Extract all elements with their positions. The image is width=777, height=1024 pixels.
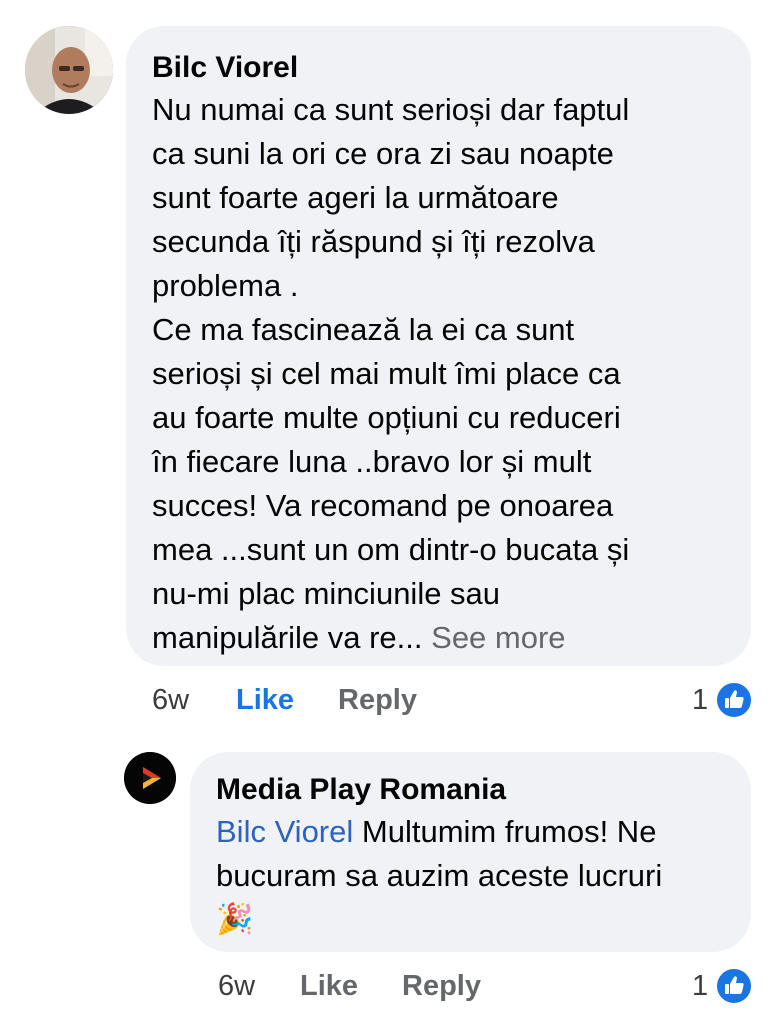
reply-author[interactable]: Media Play Romania: [216, 770, 725, 810]
comment-line: au foarte multe opțiuni cu reduceri: [152, 400, 621, 435]
comment-last-line: manipulările va re... See more: [152, 616, 725, 660]
comment-bubble: Bilc Viorel Nu numai ca sunt serioși dar…: [126, 26, 751, 666]
comment-text: Nu numai ca sunt serioși dar faptul ca s…: [152, 88, 725, 660]
reply-reply-button[interactable]: Reply: [402, 966, 481, 1006]
like-reaction-icon[interactable]: [715, 681, 753, 719]
comment-line: sunt foarte ageri la următoare: [152, 180, 559, 215]
reply-bubble: Media Play Romania Bilc Viorel Multumim …: [190, 752, 751, 952]
reply-actions: 6w Like Reply 1: [0, 966, 777, 1006]
like-button[interactable]: Like: [236, 680, 294, 720]
comment-author[interactable]: Bilc Viorel: [152, 48, 725, 88]
comment-line: serioși și cel mai mult îmi place ca: [152, 356, 621, 391]
thumbs-up-icon: [725, 976, 744, 994]
mention-link[interactable]: Bilc Viorel: [216, 814, 353, 849]
comment-line: în fiecare luna ..bravo lor și mult: [152, 444, 592, 479]
reply-line: bucuram sa auzim aceste lucruri: [216, 858, 663, 893]
reply-like-reaction-icon[interactable]: [715, 967, 753, 1005]
truncated-text: manipulările va re...: [152, 620, 423, 655]
comment-line: mea ...sunt un om dintr-o bucata și: [152, 532, 630, 567]
avatar-photo: [25, 26, 113, 114]
comment-line: nu-mi plac minciunile sau: [152, 576, 501, 611]
comment-line: succes! Va recomand pe onoarea: [152, 488, 614, 523]
reaction-count[interactable]: 1: [692, 680, 708, 720]
comment-line: ca suni la ori ce ora zi sau noapte: [152, 136, 614, 171]
reply-text: Bilc Viorel Multumim frumos! Ne bucuram …: [216, 810, 725, 942]
reply-line: Bilc Viorel Multumim frumos! Ne: [216, 810, 725, 854]
comment-line: problema .: [152, 268, 299, 303]
play-logo-icon: [124, 752, 176, 804]
reply-time[interactable]: 6w: [218, 966, 255, 1006]
reply-button[interactable]: Reply: [338, 680, 417, 720]
reply-reaction-count[interactable]: 1: [692, 966, 708, 1006]
see-more-link[interactable]: See more: [431, 620, 565, 655]
comment-actions: 6w Like Reply 1: [0, 680, 777, 720]
comment-time[interactable]: 6w: [152, 680, 189, 720]
thumbs-up-icon: [725, 690, 744, 708]
reply-like-button[interactable]: Like: [300, 966, 358, 1006]
comment-line: Nu numai ca sunt serioși dar faptul: [152, 92, 630, 127]
avatar[interactable]: [25, 26, 113, 114]
page-avatar[interactable]: [124, 752, 176, 804]
comment-line: secunda îți răspund și îți rezolva: [152, 224, 595, 259]
reply-text-part: Multumim frumos! Ne: [361, 814, 657, 849]
party-popper-icon: 🎉: [216, 903, 254, 936]
comment-line: Ce ma fascinează la ei ca sunt: [152, 312, 575, 347]
